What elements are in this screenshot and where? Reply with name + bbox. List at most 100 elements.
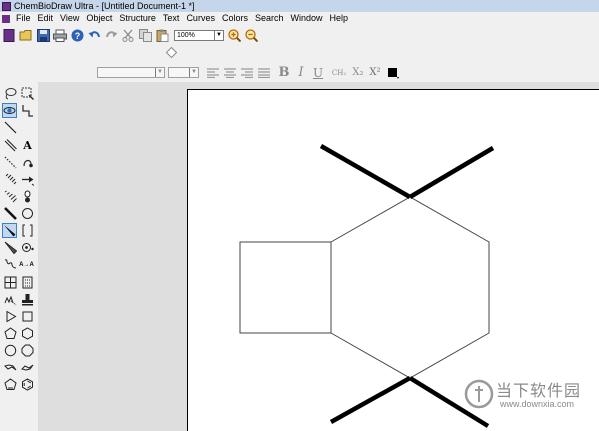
- new-document-button[interactable]: [2, 28, 16, 42]
- title-bar[interactable]: ChemBioDraw Ultra - [Untitled Document-1…: [0, 0, 599, 12]
- scissors-icon: [122, 29, 134, 42]
- wavy-bond-tool[interactable]: [3, 257, 18, 272]
- table-tool[interactable]: [3, 275, 18, 290]
- subscript-button[interactable]: X₂: [350, 66, 366, 79]
- bracket-tool[interactable]: [20, 223, 35, 238]
- double-bond-tool[interactable]: [3, 138, 18, 153]
- radical-icon: [22, 243, 34, 252]
- cyclobutane-ring[interactable]: [239, 241, 332, 334]
- redo-button[interactable]: [104, 28, 118, 42]
- cyclopentane-tool[interactable]: [3, 326, 18, 341]
- zoom-select[interactable]: 100% ▼: [174, 29, 224, 41]
- hollow-wedge-tool[interactable]: [3, 240, 18, 255]
- chemical-symbol-tool[interactable]: [20, 240, 35, 255]
- chevron-down-icon[interactable]: ▼: [189, 68, 198, 77]
- cut-button[interactable]: [121, 28, 135, 42]
- stamp-icon: [22, 294, 33, 306]
- chevron-down-icon[interactable]: ▼: [214, 30, 223, 40]
- menu-window[interactable]: Window: [291, 12, 323, 25]
- menu-text[interactable]: Text: [163, 12, 180, 25]
- chair-right-tool[interactable]: [20, 360, 35, 375]
- hashed-wedge-icon: [4, 190, 17, 203]
- octagon-ring-icon: [21, 344, 34, 357]
- cyclopropane-tool[interactable]: [3, 309, 18, 324]
- copy-button[interactable]: [138, 28, 152, 42]
- align-left-button[interactable]: [206, 66, 220, 79]
- drawing-element-tool[interactable]: [20, 206, 35, 221]
- template-tool[interactable]: [20, 292, 35, 307]
- font-size-select[interactable]: ▼: [168, 67, 199, 78]
- lasso-icon: [5, 88, 17, 100]
- bond-top-right[interactable]: [408, 146, 495, 199]
- underline-button[interactable]: U: [312, 66, 324, 80]
- hashed-wedge-tool[interactable]: [3, 189, 18, 204]
- align-right-icon: [241, 67, 253, 78]
- print-button[interactable]: [53, 28, 67, 42]
- chair-left-tool[interactable]: [3, 360, 18, 375]
- font-family-select[interactable]: ▼: [97, 67, 165, 78]
- circle-icon: [22, 208, 33, 219]
- lasso-tool[interactable]: [3, 86, 18, 101]
- atom-map-tool[interactable]: A→A: [19, 257, 34, 272]
- hashed-bond-tool[interactable]: [3, 172, 18, 187]
- structure-perspective-tool[interactable]: [2, 103, 17, 118]
- cyclohexane-ring[interactable]: [330, 196, 490, 379]
- benzene-tool[interactable]: [20, 377, 35, 392]
- justify-icon: [258, 67, 270, 78]
- menu-search[interactable]: Search: [255, 12, 284, 25]
- bold-button[interactable]: B: [277, 65, 291, 80]
- mass-fragment-tool[interactable]: [3, 292, 18, 307]
- zoom-in-button[interactable]: [227, 28, 241, 42]
- dashed-bond-tool[interactable]: [3, 155, 18, 170]
- zoom-out-button[interactable]: [244, 28, 258, 42]
- menu-structure[interactable]: Structure: [119, 12, 156, 25]
- text-color-button[interactable]: [386, 66, 400, 79]
- arrow-tool[interactable]: [20, 172, 35, 187]
- single-bond-icon: [4, 121, 17, 134]
- align-right-button[interactable]: [240, 66, 254, 79]
- menu-help[interactable]: Help: [330, 12, 349, 25]
- document-menu-icon[interactable]: [2, 14, 10, 23]
- marquee-tool[interactable]: [20, 86, 35, 101]
- pen-tool[interactable]: [20, 155, 35, 170]
- save-button[interactable]: [36, 28, 50, 42]
- menu-view[interactable]: View: [60, 12, 79, 25]
- undo-arrow-icon: [88, 31, 100, 38]
- watermark-url: www.downxia.com: [500, 399, 575, 409]
- bold-bond-tool[interactable]: [3, 206, 18, 221]
- tlc-tool[interactable]: [20, 275, 35, 290]
- cyclohexane-tool[interactable]: [20, 326, 35, 341]
- menu-edit[interactable]: Edit: [38, 12, 54, 25]
- bond-bottom-left[interactable]: [329, 376, 412, 424]
- bond-chain-tool[interactable]: [20, 103, 35, 118]
- formula-button[interactable]: CH₂: [330, 66, 348, 79]
- text-tool[interactable]: A: [20, 138, 35, 153]
- menu-curves[interactable]: Curves: [186, 12, 215, 25]
- cyclopentadiene-tool[interactable]: [3, 377, 18, 392]
- menu-object[interactable]: Object: [86, 12, 112, 25]
- diamond-icon[interactable]: [166, 47, 177, 58]
- cyclobutane-tool[interactable]: [20, 309, 35, 324]
- printer-icon: [53, 29, 67, 42]
- orbital-tool[interactable]: [20, 189, 35, 204]
- justify-button[interactable]: [257, 66, 271, 79]
- italic-button[interactable]: I: [295, 65, 307, 80]
- menu-file[interactable]: File: [16, 12, 31, 25]
- wedge-bond-tool[interactable]: [2, 223, 17, 238]
- menu-colors[interactable]: Colors: [222, 12, 248, 25]
- svg-text:?: ?: [74, 31, 80, 41]
- undo-button[interactable]: [87, 28, 101, 42]
- bond-top-left[interactable]: [319, 144, 412, 199]
- help-button[interactable]: ?: [70, 28, 84, 42]
- open-button[interactable]: [19, 28, 33, 42]
- align-center-button[interactable]: [223, 66, 237, 79]
- pentagon-ring-icon: [4, 327, 17, 339]
- chevron-down-icon[interactable]: ▼: [155, 68, 164, 77]
- superscript-button[interactable]: X²: [367, 66, 383, 79]
- zoom-value: 100%: [177, 31, 195, 39]
- solid-bond-tool[interactable]: [3, 120, 18, 135]
- paste-button[interactable]: [155, 28, 169, 42]
- cyclooctane-tool[interactable]: [20, 343, 35, 358]
- rotate-3d-icon: [3, 107, 16, 114]
- cycloheptane-tool[interactable]: [3, 343, 18, 358]
